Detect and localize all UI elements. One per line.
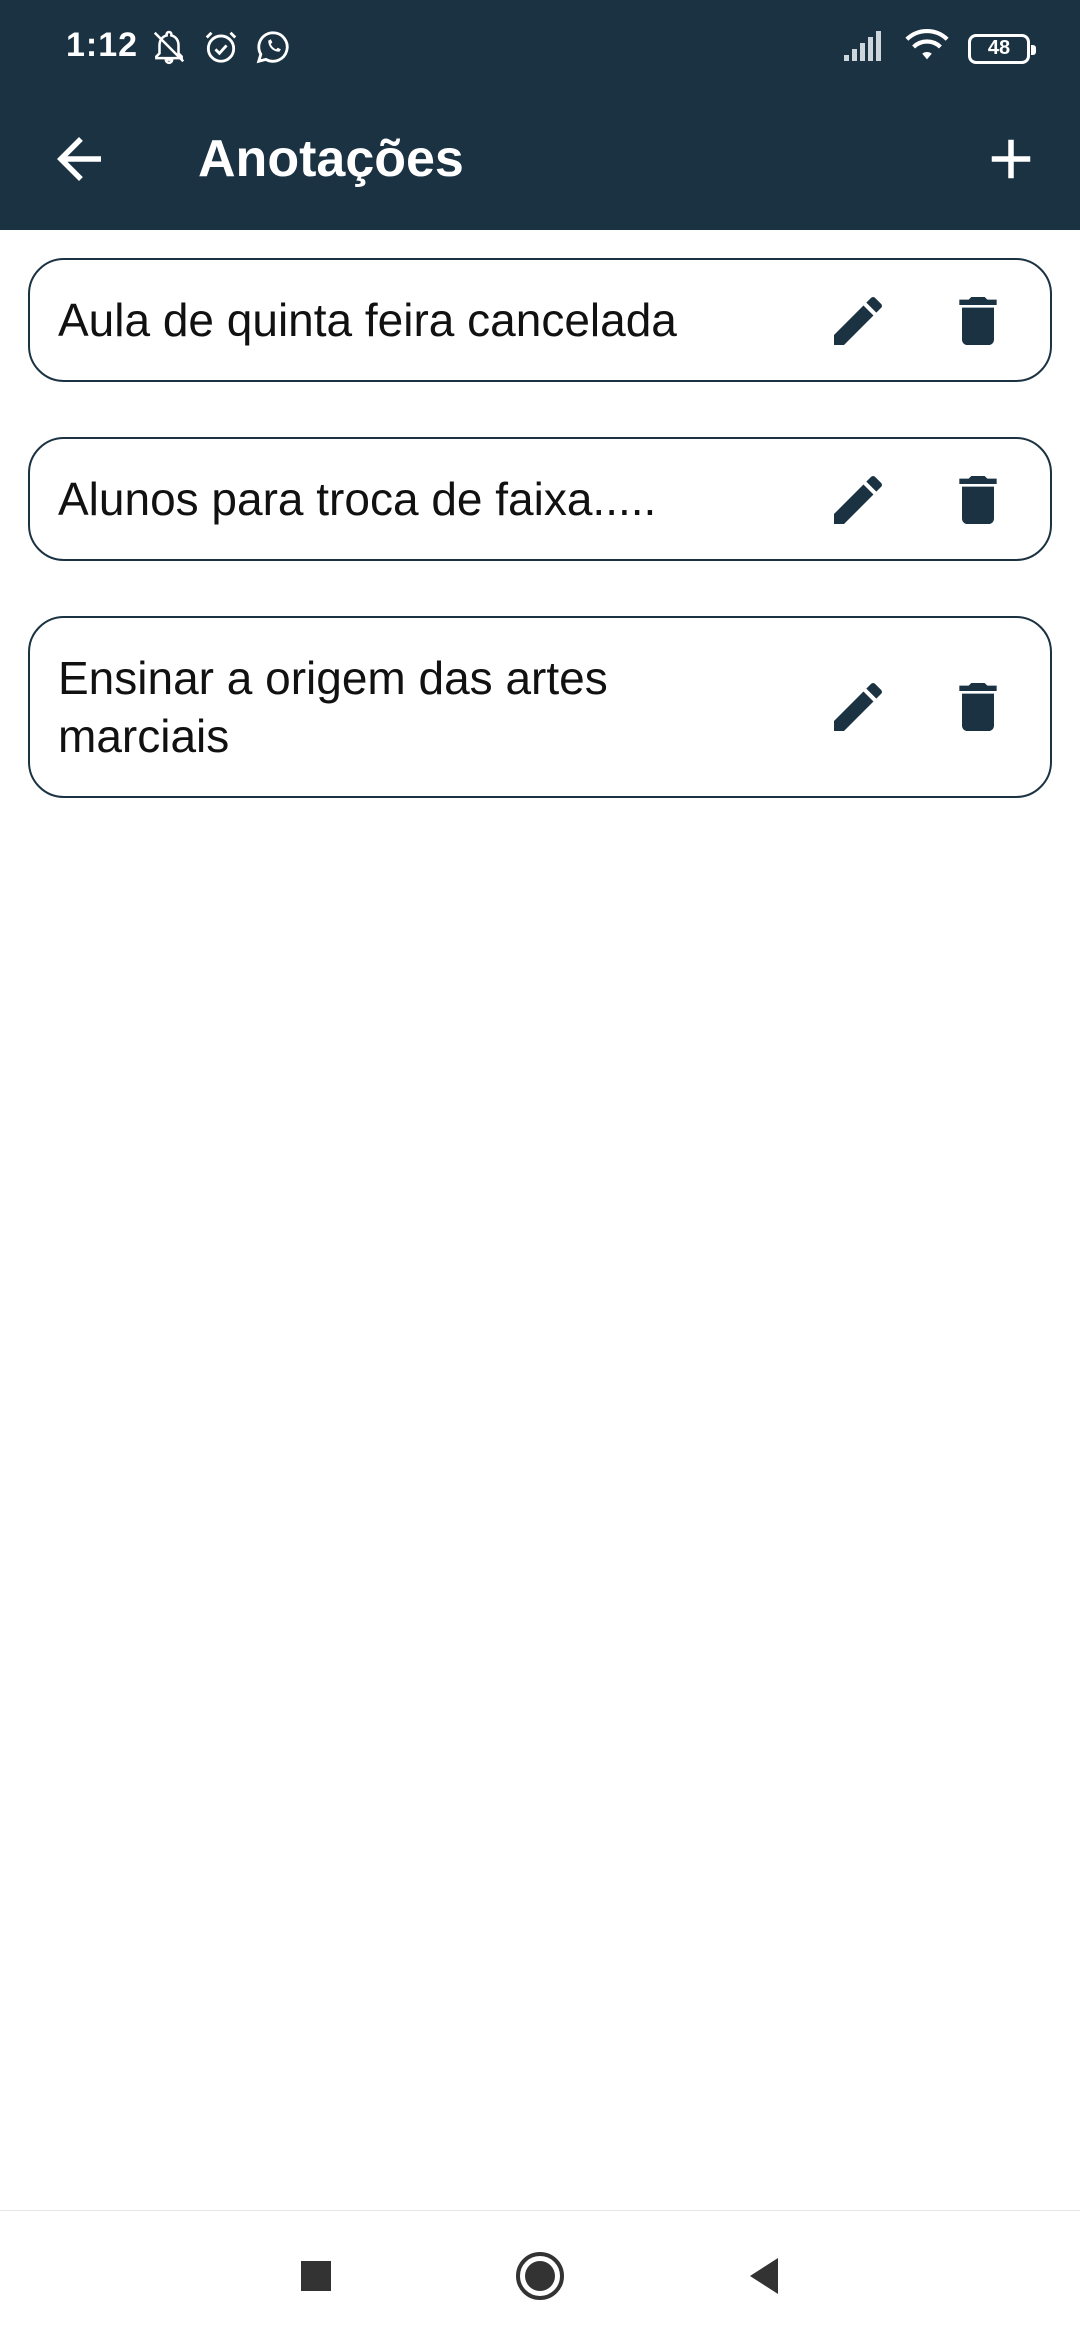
add-note-button[interactable] [978, 126, 1044, 192]
delete-button[interactable] [946, 468, 1010, 532]
trash-icon [959, 297, 997, 345]
whatsapp-icon [254, 28, 292, 66]
home-button[interactable] [510, 2246, 570, 2306]
bell-off-icon [150, 28, 188, 66]
status-time: 1:12 [66, 26, 139, 64]
top-bar: 1:12 48 Anotações [0, 0, 1080, 230]
battery-icon: 48 [968, 33, 1036, 64]
arrow-left-icon [57, 137, 101, 181]
pencil-icon [834, 682, 882, 731]
delete-button[interactable] [946, 675, 1010, 739]
system-nav-bar [0, 2210, 1080, 2341]
edit-button[interactable] [826, 675, 890, 739]
circle-icon [516, 2252, 564, 2300]
pencil-icon [834, 475, 882, 524]
trash-icon [959, 683, 997, 731]
app-bar: Anotações [0, 96, 1080, 230]
square-icon [301, 2261, 331, 2291]
back-button[interactable] [46, 126, 112, 192]
wifi-icon [904, 28, 950, 69]
pencil-icon [834, 296, 882, 345]
note-card[interactable]: Ensinar a origem das artes marciais [28, 616, 1052, 798]
plus-icon [991, 139, 1031, 179]
status-bar: 1:12 48 [0, 0, 1080, 96]
nav-back-button[interactable] [734, 2246, 794, 2306]
status-right-icons: 48 [842, 28, 1036, 69]
battery-level: 48 [987, 37, 1011, 59]
note-text: Ensinar a origem das artes marciais [58, 652, 608, 762]
page-title: Anotações [198, 130, 464, 188]
alarm-icon [202, 28, 240, 66]
trash-icon [959, 476, 997, 524]
edit-button[interactable] [826, 468, 890, 532]
signal-icon [842, 29, 886, 68]
triangle-back-icon [750, 2258, 778, 2294]
note-text: Alunos para troca de faixa..... [58, 473, 657, 525]
recents-button[interactable] [286, 2246, 346, 2306]
note-text: Aula de quinta feira cancelada [58, 294, 677, 346]
note-card[interactable]: Aula de quinta feira cancelada [28, 258, 1052, 382]
delete-button[interactable] [946, 289, 1010, 353]
edit-button[interactable] [826, 289, 890, 353]
note-card[interactable]: Alunos para troca de faixa..... [28, 437, 1052, 561]
status-left-icons [150, 28, 292, 66]
